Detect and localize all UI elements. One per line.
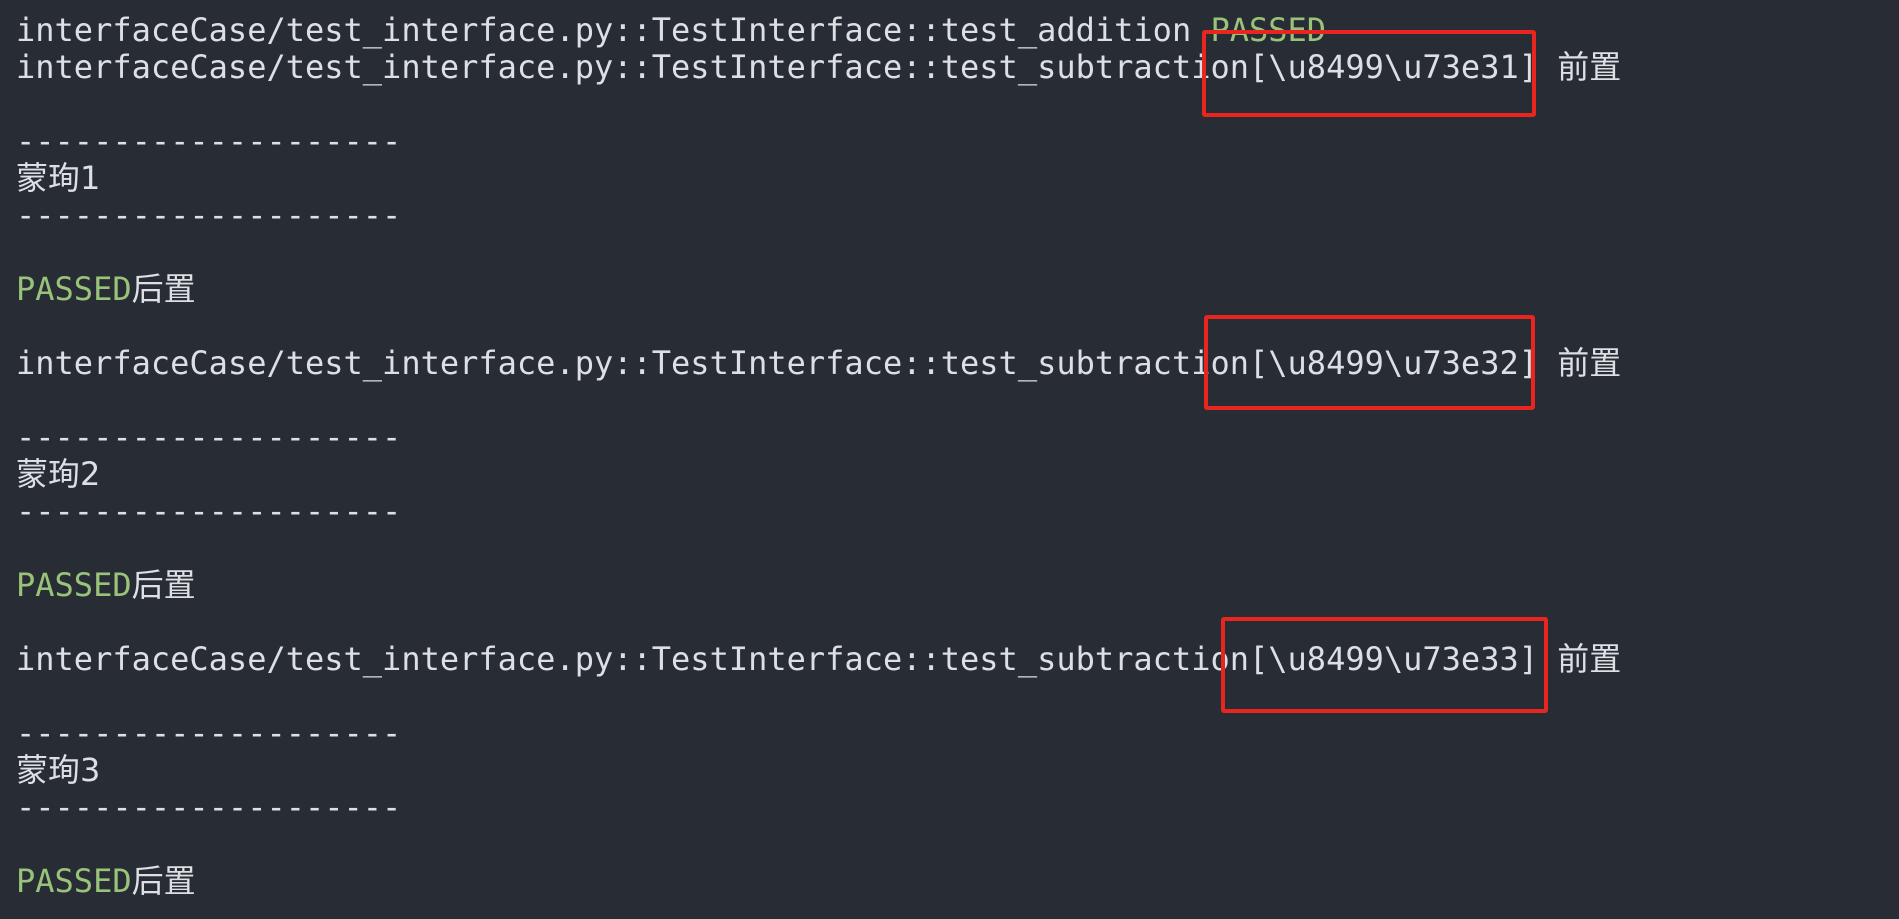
test-status-line-1: PASSED后置 (16, 271, 196, 308)
teardown-label: 后置 (131, 566, 196, 604)
passed-status: PASSED (16, 270, 132, 308)
teardown-label: 后置 (131, 270, 196, 308)
test-status-line-2: PASSED后置 (16, 567, 196, 604)
separator-line: -------------------- (16, 196, 402, 234)
separator-line: -------------------- (16, 122, 402, 160)
param-output-2: 蒙珣2 (16, 455, 101, 493)
teardown-label: 后置 (131, 862, 196, 900)
annotation-box-3 (1221, 617, 1548, 713)
param-output-3: 蒙珣3 (16, 751, 101, 789)
annotation-box-1 (1202, 30, 1536, 117)
test-id: interfaceCase/test_interface.py::TestInt… (16, 11, 1211, 49)
setup-label: 前置 (1557, 640, 1622, 678)
annotation-box-2 (1204, 315, 1535, 410)
test-result-line-addition: interfaceCase/test_interface.py::TestInt… (16, 12, 1326, 49)
separator-line: -------------------- (16, 788, 402, 826)
setup-label: 前置 (1557, 48, 1622, 86)
separator-line: -------------------- (16, 492, 402, 530)
separator-line: -------------------- (16, 418, 402, 456)
test-status-line-3: PASSED后置 (16, 863, 196, 900)
param-output-1: 蒙珣1 (16, 159, 101, 197)
setup-label: 前置 (1557, 344, 1622, 382)
passed-status: PASSED (16, 566, 132, 604)
passed-status: PASSED (16, 862, 132, 900)
terminal-output: interfaceCase/test_interface.py::TestInt… (0, 0, 1899, 919)
separator-line: -------------------- (16, 714, 402, 752)
